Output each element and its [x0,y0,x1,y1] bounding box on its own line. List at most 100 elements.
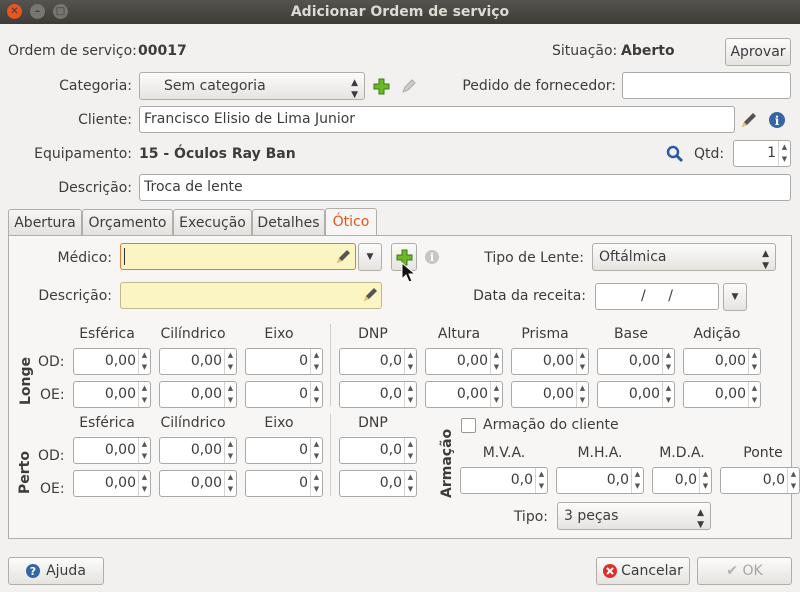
window-title: Adicionar Ordem de serviço [290,4,510,20]
tab-orcamento[interactable]: Orçamento [82,209,173,236]
far-od-field[interactable]: 0,00 ▲ ▼ [511,348,589,375]
far-od-field[interactable]: 0,00 ▲ ▼ [597,348,675,375]
lens-type-select[interactable]: Oftálmica ▲ ▼ [592,243,776,271]
far-od-field[interactable]: 0,00 ▲ ▼ [73,348,151,375]
category-select[interactable]: Sem categoria ▲ ▼ [139,72,365,100]
near-oe-field[interactable]: 0,00 ▲ ▼ [159,470,237,497]
spin-arrows-icon[interactable]: ▲ ▼ [138,349,150,374]
frame-field[interactable]: 0,0 ▲ ▼ [460,467,548,494]
doctor-label: Médico: [57,250,112,266]
ok-button[interactable]: ✔ OK [697,557,792,585]
spin-arrows-icon[interactable]: ▲ ▼ [404,471,416,496]
spin-arrows-icon[interactable]: ▲ ▼ [576,349,588,374]
spin-arrows-icon[interactable]: ▲ ▼ [404,382,416,407]
description-field[interactable]: Troca de lente [139,174,791,201]
tab-execucao[interactable]: Execução [173,209,252,236]
maximize-window-icon[interactable]: □ [53,4,68,19]
info-icon[interactable]: i [424,249,440,265]
near-od-field[interactable]: 0,0 ▲ ▼ [339,437,417,464]
date-dropdown-button[interactable]: ▼ [723,283,747,311]
far-od-field-value: 0,00 [542,353,574,369]
far-oe-field[interactable]: 0,00 ▲ ▼ [511,381,589,408]
spin-arrows-icon[interactable]: ▲ ▼ [224,471,236,496]
frame-field[interactable]: 0,0 ▲ ▼ [556,467,644,494]
near-oe-field[interactable]: 0,0 ▲ ▼ [339,470,417,497]
pencil-icon[interactable] [740,111,758,129]
optic-description-field[interactable] [120,282,382,309]
approve-button[interactable]: Aprovar [725,38,791,66]
frame-field[interactable]: 0,0 ▲ ▼ [720,467,800,494]
spin-arrows-icon[interactable]: ▲ ▼ [748,349,760,374]
tab-abertura[interactable]: Abertura [8,209,82,236]
far-oe-field[interactable]: 0,00 ▲ ▼ [425,381,503,408]
spin-arrows-icon[interactable]: ▲ ▼ [138,382,150,407]
far-oe-field[interactable]: 0,0 ▲ ▼ [339,381,417,408]
far-od-field[interactable]: 0,00 ▲ ▼ [683,348,761,375]
far-od-field[interactable]: 0,0 ▲ ▼ [339,348,417,375]
near-oe-field-value: 0,00 [104,475,136,491]
supplier-order-field[interactable] [622,72,791,99]
frame-type-select[interactable]: 3 peças ▲ ▼ [557,502,711,530]
minimize-window-icon[interactable]: – [30,4,45,19]
pencil-icon[interactable] [335,248,352,265]
frame-header: M.D.A. [659,445,705,461]
spin-arrows-icon[interactable]: ▲ ▼ [224,382,236,407]
far-oe-field[interactable]: 0,00 ▲ ▼ [159,381,237,408]
doctor-dropdown-button[interactable]: ▼ [358,243,382,271]
spin-arrows-icon[interactable]: ▲ ▼ [699,468,711,493]
pencil-icon[interactable] [362,286,379,303]
spin-arrows-icon[interactable]: ▲ ▼ [787,468,799,493]
spin-arrows-icon[interactable]: ▲ ▼ [404,438,416,463]
frame-section-label: Armação [439,428,455,498]
spin-arrows-icon[interactable]: ▲ ▼ [631,468,643,493]
tab-otico[interactable]: Ótico [325,208,377,236]
near-od-field[interactable]: 0 ▲ ▼ [245,437,323,464]
spin-arrows-icon[interactable]: ▲ ▼ [310,349,322,374]
spin-arrows-icon[interactable]: ▲ ▼ [138,471,150,496]
client-frame-checkbox[interactable] [461,418,476,433]
near-oe-field[interactable]: 0 ▲ ▼ [245,470,323,497]
far-od-field[interactable]: 0 ▲ ▼ [245,348,323,375]
spin-arrows-icon[interactable]: ▲ ▼ [535,468,547,493]
cancel-button[interactable]: Cancelar [596,557,690,585]
info-icon[interactable]: i [768,111,786,129]
spin-arrows-icon[interactable]: ▲ ▼ [576,382,588,407]
far-oe-field[interactable]: 0,00 ▲ ▼ [73,381,151,408]
supplier-order-label: Pedido de fornecedor: [462,78,616,94]
spin-arrows-icon[interactable]: ▲ ▼ [748,382,760,407]
qty-spinner[interactable]: 1 ▲ ▼ [733,140,791,167]
spin-arrows-icon[interactable]: ▲ ▼ [490,349,502,374]
spin-arrows-icon[interactable]: ▲ ▼ [224,349,236,374]
spin-arrows-icon[interactable]: ▲ ▼ [310,438,322,463]
client-field[interactable]: Francisco Elisio de Lima Junior [139,106,735,133]
edit-category-icon[interactable] [400,78,417,95]
add-category-icon[interactable] [373,78,390,95]
frame-field[interactable]: 0,0 ▲ ▼ [652,467,712,494]
near-od-field-value: 0,00 [190,442,222,458]
doctor-field[interactable] [120,243,356,270]
spin-arrows-icon[interactable]: ▲ ▼ [310,382,322,407]
search-icon[interactable] [666,145,684,163]
far-oe-field[interactable]: 0,00 ▲ ▼ [683,381,761,408]
spin-arrows-icon[interactable]: ▲ ▼ [224,438,236,463]
tab-detalhes[interactable]: Detalhes [252,209,325,236]
far-oe-field[interactable]: 0,00 ▲ ▼ [597,381,675,408]
spin-arrows-icon[interactable]: ▲ ▼ [490,382,502,407]
text-cursor [124,248,125,265]
far-od-field-value: 0,00 [628,353,660,369]
spin-arrows-icon[interactable]: ▲ ▼ [404,349,416,374]
spin-arrows-icon[interactable]: ▲ ▼ [662,349,674,374]
spin-arrows-icon[interactable]: ▲ ▼ [138,438,150,463]
close-window-icon[interactable]: ✕ [7,4,22,19]
receipt-date-field[interactable]: / / [595,283,719,310]
spin-arrows-icon[interactable]: ▲ ▼ [662,382,674,407]
far-oe-field[interactable]: 0 ▲ ▼ [245,381,323,408]
far-od-field[interactable]: 0,00 ▲ ▼ [425,348,503,375]
spin-arrows-icon[interactable]: ▲ ▼ [778,141,790,166]
near-oe-field[interactable]: 0,00 ▲ ▼ [73,470,151,497]
help-button[interactable]: ? Ajuda [8,557,104,585]
near-od-field[interactable]: 0,00 ▲ ▼ [159,437,237,464]
near-od-field[interactable]: 0,00 ▲ ▼ [73,437,151,464]
far-od-field[interactable]: 0,00 ▲ ▼ [159,348,237,375]
spin-arrows-icon[interactable]: ▲ ▼ [310,471,322,496]
